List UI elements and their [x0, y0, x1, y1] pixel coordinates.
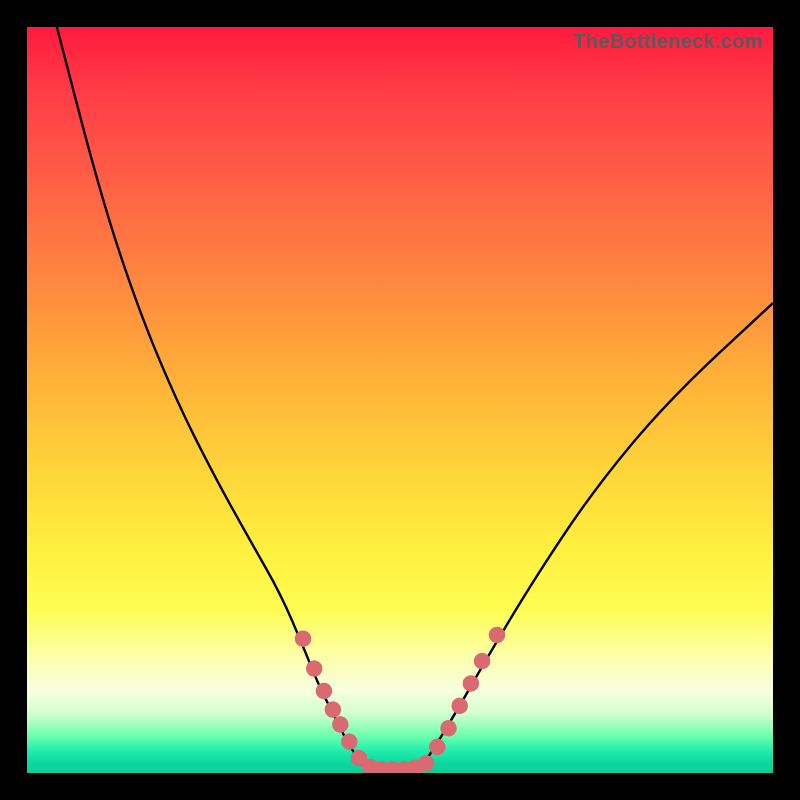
bottleneck-curve [27, 27, 773, 773]
data-marker [463, 675, 479, 691]
data-marker [451, 698, 467, 714]
data-marker [341, 733, 357, 749]
data-marker [429, 739, 445, 755]
curve-right-branch [422, 303, 773, 766]
curve-left-branch [57, 27, 363, 766]
data-marker [474, 653, 490, 669]
plot-area: TheBottleneck.com [27, 27, 773, 773]
data-marker [440, 720, 456, 736]
data-marker [418, 755, 434, 771]
data-marker [295, 631, 311, 647]
chart-frame: TheBottleneck.com [0, 0, 800, 800]
data-marker [332, 716, 348, 732]
data-marker [489, 627, 505, 643]
data-marker [316, 683, 332, 699]
data-marker [306, 660, 322, 676]
data-marker [325, 701, 341, 717]
